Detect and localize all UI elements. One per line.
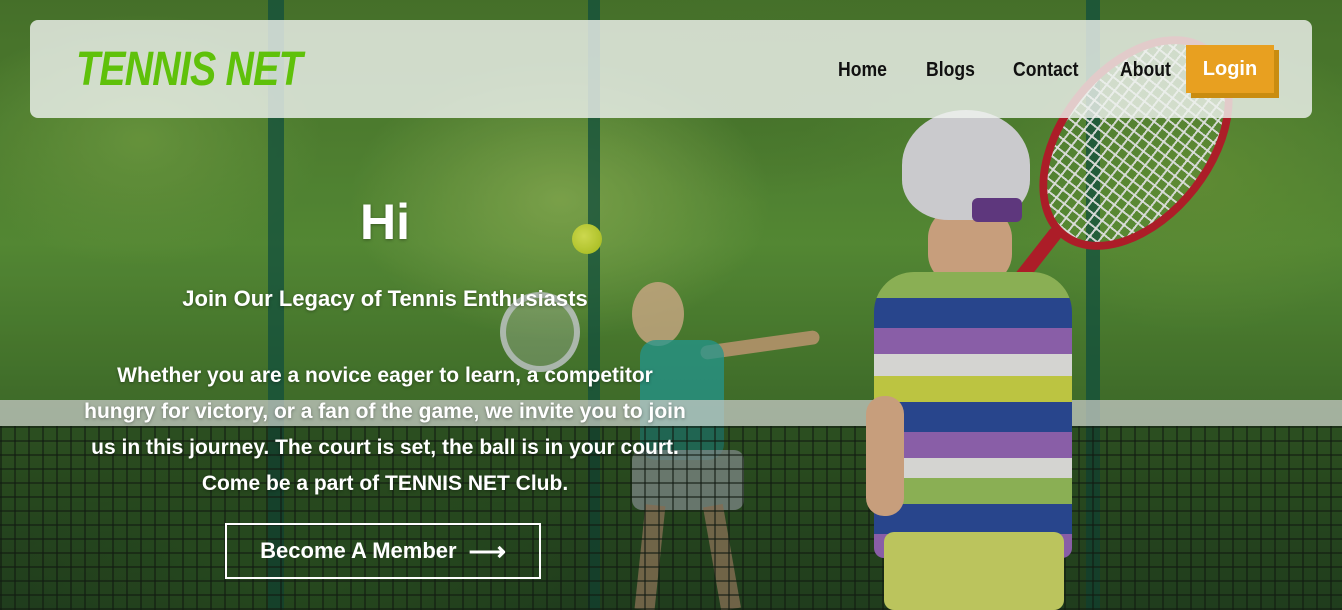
navbar: TENNIS NET Home Blogs Contact About Logi… — [30, 20, 1312, 118]
nav-links: Home Blogs Contact About — [838, 56, 1177, 84]
hero-text: Hi Join Our Legacy of Tennis Enthusiasts… — [80, 190, 690, 502]
become-member-button[interactable]: Become A Member ⟶ — [225, 523, 541, 579]
nav-link-blogs[interactable]: Blogs — [926, 56, 975, 84]
arrow-right-icon: ⟶ — [468, 536, 506, 566]
site-logo[interactable]: TENNIS NET — [76, 42, 303, 98]
nav-link-contact[interactable]: Contact — [1013, 56, 1079, 84]
hero-tagline: Join Our Legacy of Tennis Enthusiasts — [182, 286, 588, 311]
hero-blurb: Whether you are a novice eager to learn,… — [84, 364, 686, 495]
hero-greeting: Hi — [360, 194, 410, 250]
nav-link-about[interactable]: About — [1120, 56, 1171, 84]
nav-link-home[interactable]: Home — [838, 56, 887, 84]
become-member-label: Become A Member — [260, 538, 457, 563]
hero-section: TENNIS NET Home Blogs Contact About Logi… — [0, 0, 1342, 610]
login-button[interactable]: Login — [1186, 45, 1274, 93]
